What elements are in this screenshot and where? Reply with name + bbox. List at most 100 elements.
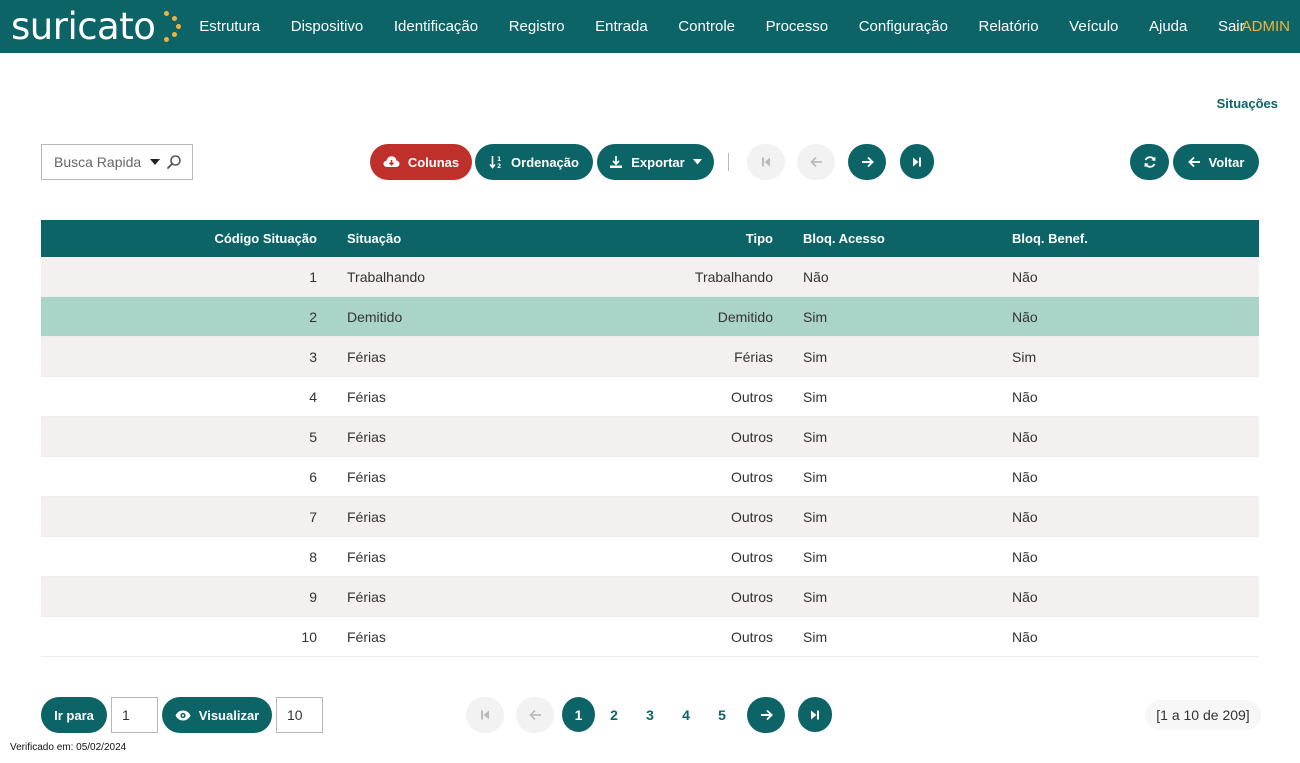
page-number-3[interactable]: 3 (640, 697, 660, 733)
column-header-bloq-benef[interactable]: Bloq. Benef. (1012, 231, 1259, 246)
export-button[interactable]: Exportar (597, 144, 714, 180)
previous-page-button[interactable] (797, 144, 835, 180)
cell-bloq-acesso: Sim (803, 548, 828, 565)
nav-item-registro[interactable]: Registro (493, 18, 579, 35)
table-header: Código Situação Situação Tipo Bloq. Aces… (41, 220, 1259, 257)
goto-page-button[interactable]: Ir para (41, 697, 107, 733)
column-header-situacao[interactable]: Situação (317, 231, 623, 246)
page-number-1[interactable]: 1 (562, 697, 595, 732)
back-button[interactable]: Voltar (1173, 144, 1259, 180)
search-icon[interactable] (166, 154, 182, 170)
next-page-button[interactable] (848, 144, 886, 180)
cell-codigo: 6 (309, 468, 317, 485)
page-number-4[interactable]: 4 (676, 697, 696, 733)
quick-search-box[interactable]: Busca Rapida (41, 144, 193, 180)
first-page-icon (762, 157, 770, 167)
last-page-button[interactable] (900, 144, 934, 179)
footer-next-page-button[interactable] (747, 697, 785, 733)
cell-tipo: Outros (730, 548, 773, 565)
table-row[interactable]: 1 Trabalhando Trabalhando Não Não (41, 257, 1259, 297)
arrow-right-icon (861, 156, 874, 168)
table-row[interactable]: 3 Férias Férias Sim Sim (41, 337, 1259, 377)
cell-bloq-benef: Não (1012, 548, 1038, 565)
nav-item-estrutura[interactable]: Estrutura (184, 18, 275, 35)
table-row[interactable]: 4 Férias Outros Sim Não (41, 377, 1259, 417)
search-input[interactable]: Busca Rapida (54, 154, 141, 170)
arrow-right-icon (760, 709, 773, 721)
cell-bloq-acesso: Sim (803, 588, 828, 605)
cell-situacao: Férias (347, 588, 386, 605)
cell-bloq-acesso: Sim (803, 468, 828, 485)
table-row[interactable]: 8 Férias Outros Sim Não (41, 537, 1259, 577)
columns-button[interactable]: Colunas (370, 144, 472, 180)
nav-item-identificacao[interactable]: Identificação (379, 18, 494, 35)
nav-item-controle[interactable]: Controle (663, 18, 750, 35)
column-header-bloq-acesso[interactable]: Bloq. Acesso (773, 231, 1012, 246)
nav-item-veiculo[interactable]: Veículo (1054, 18, 1134, 35)
page-number-2[interactable]: 2 (604, 697, 624, 733)
first-page-icon (481, 710, 489, 720)
table-row[interactable]: 10 Férias Outros Sim Não (41, 617, 1259, 657)
footer-previous-page-button[interactable] (516, 697, 554, 733)
cell-codigo: 8 (309, 548, 317, 565)
eye-icon (175, 710, 191, 720)
page-size-input[interactable]: 10 (276, 697, 323, 733)
cell-codigo: 4 (309, 388, 317, 405)
cell-bloq-benef: Não (1012, 468, 1038, 485)
cell-bloq-benef: Sim (1012, 348, 1037, 365)
nav-item-dispositivo[interactable]: Dispositivo (275, 18, 378, 35)
page-size-value: 10 (287, 707, 303, 723)
logo[interactable]: suricato (11, 5, 182, 47)
nav-item-relatorio[interactable]: Relatório (963, 18, 1054, 35)
user-name[interactable]: ADMIN (1242, 18, 1290, 35)
cell-situacao: Férias (347, 628, 386, 645)
sort-button-label: Ordenação (511, 154, 579, 170)
cell-codigo: 2 (309, 308, 317, 325)
nav-item-entrada[interactable]: Entrada (580, 18, 663, 35)
main-menu: Estrutura Dispositivo Identificação Regi… (184, 0, 1260, 53)
view-button-label: Visualizar (198, 707, 260, 723)
cell-tipo: Férias (734, 348, 773, 365)
search-dropdown-caret-icon[interactable] (150, 159, 160, 165)
nav-item-processo[interactable]: Processo (750, 18, 843, 35)
nav-item-configuracao[interactable]: Configuração (843, 18, 963, 35)
arrow-left-icon (528, 709, 541, 721)
cell-situacao: Férias (347, 348, 386, 365)
sort-button[interactable]: 1 2 Ordenação (475, 144, 593, 180)
goto-page-value: 1 (122, 707, 130, 723)
table-row[interactable]: 6 Férias Outros Sim Não (41, 457, 1259, 497)
cell-bloq-acesso: Sim (803, 348, 828, 365)
cell-situacao: Férias (347, 548, 386, 565)
cell-bloq-benef: Não (1012, 428, 1038, 445)
goto-page-label: Ir para (54, 707, 94, 723)
footer-first-page-button[interactable] (466, 697, 504, 733)
cell-tipo: Outros (730, 508, 773, 525)
situations-table: Código Situação Situação Tipo Bloq. Aces… (41, 220, 1259, 657)
table-row[interactable]: 9 Férias Outros Sim Não (41, 577, 1259, 617)
refresh-button[interactable] (1130, 144, 1169, 180)
table-row[interactable]: 5 Férias Outros Sim Não (41, 417, 1259, 457)
cell-bloq-acesso: Sim (803, 628, 828, 645)
view-button[interactable]: Visualizar (162, 697, 272, 733)
column-header-tipo[interactable]: Tipo (623, 231, 773, 246)
footer-last-page-button[interactable] (798, 697, 832, 732)
cell-bloq-acesso: Sim (803, 508, 828, 525)
column-header-codigo[interactable]: Código Situação (41, 231, 317, 246)
page-title: Situações (1216, 96, 1278, 111)
back-button-label: Voltar (1208, 154, 1245, 170)
page-number-5[interactable]: 5 (712, 697, 732, 733)
table-row[interactable]: 7 Férias Outros Sim Não (41, 497, 1259, 537)
cell-bloq-benef: Não (1012, 388, 1038, 405)
goto-page-input[interactable]: 1 (111, 697, 158, 733)
first-page-button[interactable] (747, 144, 785, 180)
nav-item-ajuda[interactable]: Ajuda (1134, 18, 1203, 35)
cell-codigo: 9 (309, 588, 317, 605)
cell-codigo: 5 (309, 428, 317, 445)
cell-tipo: Outros (730, 388, 773, 405)
cell-situacao: Demitido (347, 308, 403, 325)
cell-tipo: Outros (730, 588, 773, 605)
cell-codigo: 7 (309, 508, 317, 525)
logo-dots-icon (156, 10, 182, 42)
table-row-selected[interactable]: 2 Demitido Demitido Sim Não (41, 297, 1259, 337)
last-page-icon (913, 157, 921, 166)
